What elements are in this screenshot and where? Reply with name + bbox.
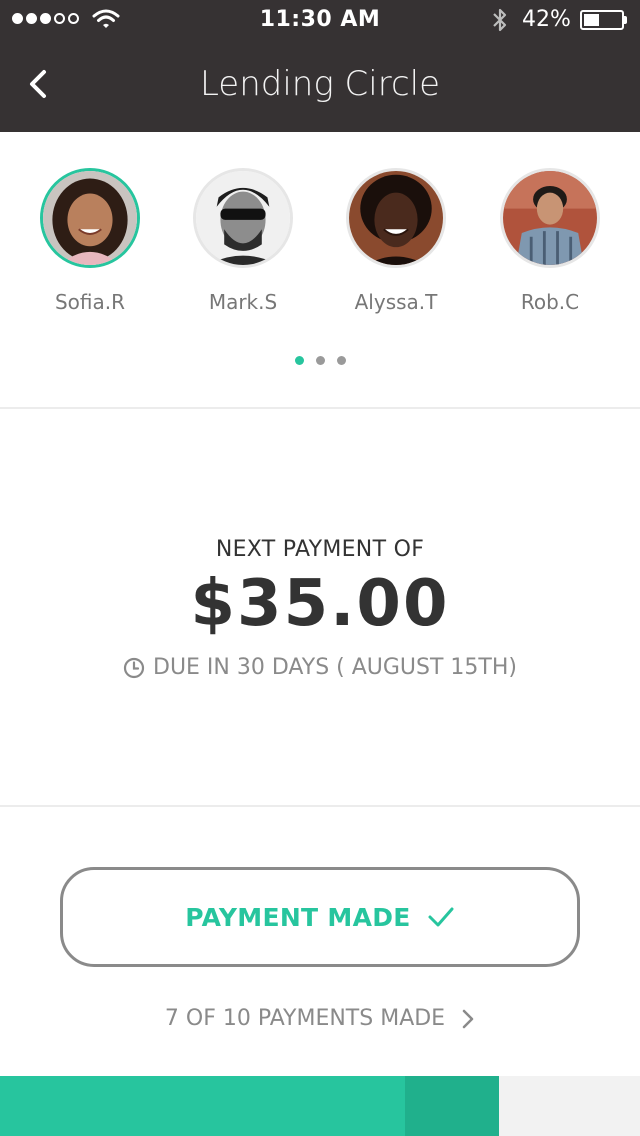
payment-made-label: PAYMENT MADE <box>185 902 411 932</box>
member-name: Sofia.R <box>54 290 126 314</box>
next-payment-section: NEXT PAYMENT OF $35.00 DUE IN 30 DAYS ( … <box>0 409 640 807</box>
battery-percent: 42% <box>522 7 571 32</box>
page-title: Lending Circle <box>199 64 441 104</box>
member-sofia[interactable]: Sofia.R <box>13 168 167 314</box>
progress-fill <box>0 1076 405 1136</box>
avatar[interactable] <box>193 168 293 268</box>
next-payment-label: NEXT PAYMENT OF <box>215 537 425 562</box>
payment-amount: $35.00 <box>190 567 450 641</box>
progress-current-segment <box>405 1076 499 1136</box>
page-indicator[interactable] <box>0 356 640 365</box>
page-dot[interactable] <box>336 356 346 365</box>
member-name: Mark.S <box>208 290 278 314</box>
due-date: DUE IN 30 DAYS ( AUGUST 15TH) <box>0 655 640 680</box>
member-mark[interactable]: Mark.S <box>166 168 320 314</box>
payments-progress-text: 7 OF 10 PAYMENTS MADE <box>164 1006 446 1031</box>
header: 11:30 AM 42% Lending Circle <box>0 0 640 132</box>
member-name: Alyssa.T <box>354 290 438 314</box>
avatar[interactable] <box>40 168 140 268</box>
page-dot[interactable] <box>315 356 325 365</box>
page-dot[interactable] <box>294 356 304 365</box>
avatar[interactable] <box>500 168 600 268</box>
status-bar: 11:30 AM 42% <box>0 0 640 40</box>
member-name: Rob.C <box>520 290 580 314</box>
avatar[interactable] <box>346 168 446 268</box>
payment-progress-bar <box>0 1076 640 1136</box>
members-carousel[interactable]: Sofia.R Mark.S Alyssa.T Rob.C <box>0 132 640 409</box>
member-rob[interactable]: Rob.C <box>473 168 627 314</box>
clock-icon <box>123 657 145 678</box>
payments-progress-link[interactable]: 7 OF 10 PAYMENTS MADE <box>0 1006 640 1031</box>
bluetooth-icon <box>493 8 507 32</box>
payment-made-button[interactable]: PAYMENT MADE <box>60 867 580 967</box>
check-icon <box>428 907 454 927</box>
due-date-text: DUE IN 30 DAYS ( AUGUST 15TH) <box>153 655 517 680</box>
member-alyssa[interactable]: Alyssa.T <box>319 168 473 314</box>
chevron-right-icon <box>462 1009 474 1028</box>
battery-icon <box>580 10 624 30</box>
